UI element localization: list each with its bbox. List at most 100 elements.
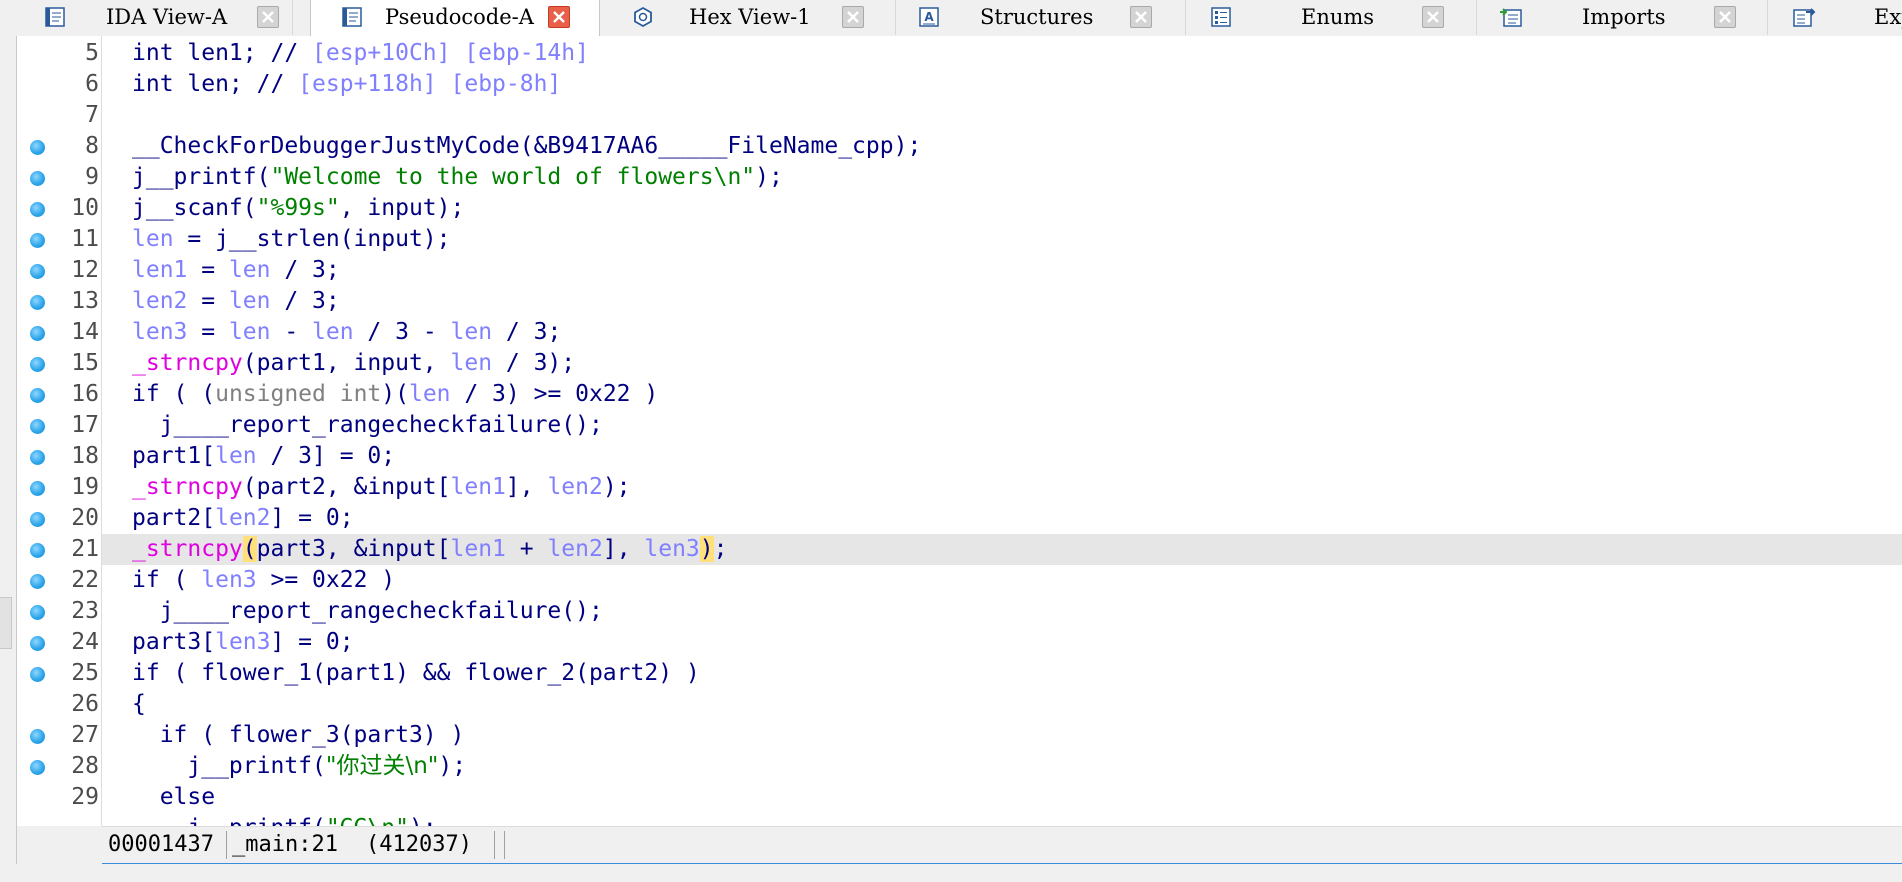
gutter-row[interactable]: 17 (17, 410, 101, 441)
gutter-row[interactable]: 10 (17, 193, 101, 224)
pseudocode-icon (341, 6, 363, 28)
gutter-row[interactable]: 18 (17, 441, 101, 472)
breakpoint-dot-icon[interactable] (30, 729, 45, 744)
close-icon[interactable] (257, 6, 279, 28)
line-number-gutter[interactable]: 5 6 7 8 9 10 11 12 13 14 15 16 17 18 19 20 21 22 23 24 25 26 2… (17, 36, 102, 826)
variable: len (132, 226, 174, 252)
gutter-row[interactable]: 15 (17, 348, 101, 379)
gutter-row[interactable]: 19 (17, 472, 101, 503)
tab-structures[interactable]: A Structures (896, 0, 1186, 35)
gutter-row[interactable]: 7 (17, 100, 101, 131)
code-line-5[interactable]: int len1; // [esp+10Ch] [ebp-14h] (102, 38, 1902, 69)
variable: len2 (132, 288, 188, 314)
code-text: if ( flower_3(part3) ) (132, 722, 465, 748)
tab-ida-view[interactable]: IDA View-A (0, 0, 293, 35)
breakpoint-dot-icon[interactable] (30, 202, 45, 217)
breakpoint-dot-icon[interactable] (30, 140, 45, 155)
close-icon[interactable] (1714, 6, 1736, 28)
gutter-row[interactable]: 29 (17, 782, 101, 813)
code-line-11[interactable]: len = j__strlen(input); (102, 224, 1902, 255)
code-line-14[interactable]: len3 = len - len / 3 - len / 3; (102, 317, 1902, 348)
gutter-row[interactable]: 11 (17, 224, 101, 255)
code-comment: [esp+10Ch] [ebp-14h] (298, 40, 589, 66)
code-line-16[interactable]: if ( (unsigned int)(len / 3) >= 0x22 ) (102, 379, 1902, 410)
close-icon[interactable] (548, 6, 570, 28)
breakpoint-dot-icon[interactable] (30, 543, 45, 558)
breakpoint-dot-icon[interactable] (30, 419, 45, 434)
tab-imports[interactable]: Imports (1477, 0, 1768, 35)
pseudocode-editor[interactable]: int len1; // [esp+10Ch] [ebp-14h] int le… (102, 36, 1902, 826)
code-line-7[interactable] (102, 100, 1902, 131)
code-line-20[interactable]: part2[len2] = 0; (102, 503, 1902, 534)
tab-pseudocode[interactable]: Pseudocode-A (310, 0, 600, 36)
breakpoint-dot-icon[interactable] (30, 667, 45, 682)
gutter-row[interactable]: 16 (17, 379, 101, 410)
breakpoint-dot-icon[interactable] (30, 605, 45, 620)
code-line-9[interactable]: j__printf("Welcome to the world of flowe… (102, 162, 1902, 193)
code-line-28[interactable]: j__printf("你过关\n"); (102, 751, 1902, 782)
code-line-17[interactable]: j____report_rangecheckfailure(); (102, 410, 1902, 441)
code-line-8[interactable]: __CheckForDebuggerJustMyCode(&B9417AA6__… (102, 131, 1902, 162)
code-line-29[interactable]: else (102, 782, 1902, 813)
splitter-handle[interactable] (0, 597, 12, 649)
code-line-23[interactable]: j____report_rangecheckfailure(); (102, 596, 1902, 627)
breakpoint-dot-icon[interactable] (30, 574, 45, 589)
breakpoint-dot-icon[interactable] (30, 171, 45, 186)
code-line-10[interactable]: j__scanf("%99s", input); (102, 193, 1902, 224)
gutter-row[interactable]: 6 (17, 69, 101, 100)
line-number: 24 (71, 629, 99, 655)
tab-enums[interactable]: Enums (1186, 0, 1477, 35)
close-icon[interactable] (1130, 6, 1152, 28)
close-icon[interactable] (842, 6, 864, 28)
code-line-27[interactable]: if ( flower_3(part3) ) (102, 720, 1902, 751)
code-line-21-current[interactable]: _strncpy(part3, &input[len1 + len2], len… (102, 534, 1902, 565)
gutter-row[interactable]: 24 (17, 627, 101, 658)
code-text: / 3; (270, 288, 340, 314)
tab-exports[interactable]: Exp (1768, 0, 1902, 35)
enums-icon (1210, 6, 1232, 28)
gutter-row[interactable]: 26 (17, 689, 101, 720)
code-line-13[interactable]: len2 = len / 3; (102, 286, 1902, 317)
tab-hex-view[interactable]: Hex View-1 (600, 0, 896, 35)
breakpoint-dot-icon[interactable] (30, 512, 45, 527)
breakpoint-dot-icon[interactable] (30, 636, 45, 651)
gutter-row[interactable]: 13 (17, 286, 101, 317)
code-line-30[interactable]: j__printf("GG\n"); (102, 813, 1902, 826)
divider (494, 831, 495, 859)
code-text: = (187, 319, 229, 345)
breakpoint-dot-icon[interactable] (30, 760, 45, 775)
code-line-6[interactable]: int len; // [esp+118h] [ebp-8h] (102, 69, 1902, 100)
breakpoint-dot-icon[interactable] (30, 264, 45, 279)
gutter-row[interactable]: 8 (17, 131, 101, 162)
breakpoint-dot-icon[interactable] (30, 450, 45, 465)
breakpoint-dot-icon[interactable] (30, 357, 45, 372)
breakpoint-dot-icon[interactable] (30, 233, 45, 248)
code-line-15[interactable]: _strncpy(part1, input, len / 3); (102, 348, 1902, 379)
code-line-12[interactable]: len1 = len / 3; (102, 255, 1902, 286)
code-text: , input); (339, 195, 465, 221)
gutter-row[interactable]: 12 (17, 255, 101, 286)
code-line-25[interactable]: if ( flower_1(part1) && flower_2(part2) … (102, 658, 1902, 689)
code-line-22[interactable]: if ( len3 >= 0x22 ) (102, 565, 1902, 596)
gutter-row[interactable]: 22 (17, 565, 101, 596)
breakpoint-dot-icon[interactable] (30, 295, 45, 310)
code-line-19[interactable]: _strncpy(part2, &input[len1], len2); (102, 472, 1902, 503)
gutter-row[interactable]: 27 (17, 720, 101, 751)
gutter-row[interactable]: 14 (17, 317, 101, 348)
gutter-row[interactable]: 5 (17, 38, 101, 69)
breakpoint-dot-icon[interactable] (30, 388, 45, 403)
gutter-row[interactable]: 21 (17, 534, 101, 565)
gutter-row[interactable]: 23 (17, 596, 101, 627)
code-line-18[interactable]: part1[len / 3] = 0; (102, 441, 1902, 472)
code-line-26[interactable]: { (102, 689, 1902, 720)
gutter-row[interactable]: 28 (17, 751, 101, 782)
breakpoint-dot-icon[interactable] (30, 481, 45, 496)
gutter-row[interactable]: 20 (17, 503, 101, 534)
status-location: _main:21 (232, 832, 338, 857)
code-line-24[interactable]: part3[len3] = 0; (102, 627, 1902, 658)
breakpoint-dot-icon[interactable] (30, 326, 45, 341)
close-icon[interactable] (1422, 6, 1444, 28)
line-number: 5 (85, 40, 99, 66)
gutter-row[interactable]: 25 (17, 658, 101, 689)
gutter-row[interactable]: 9 (17, 162, 101, 193)
